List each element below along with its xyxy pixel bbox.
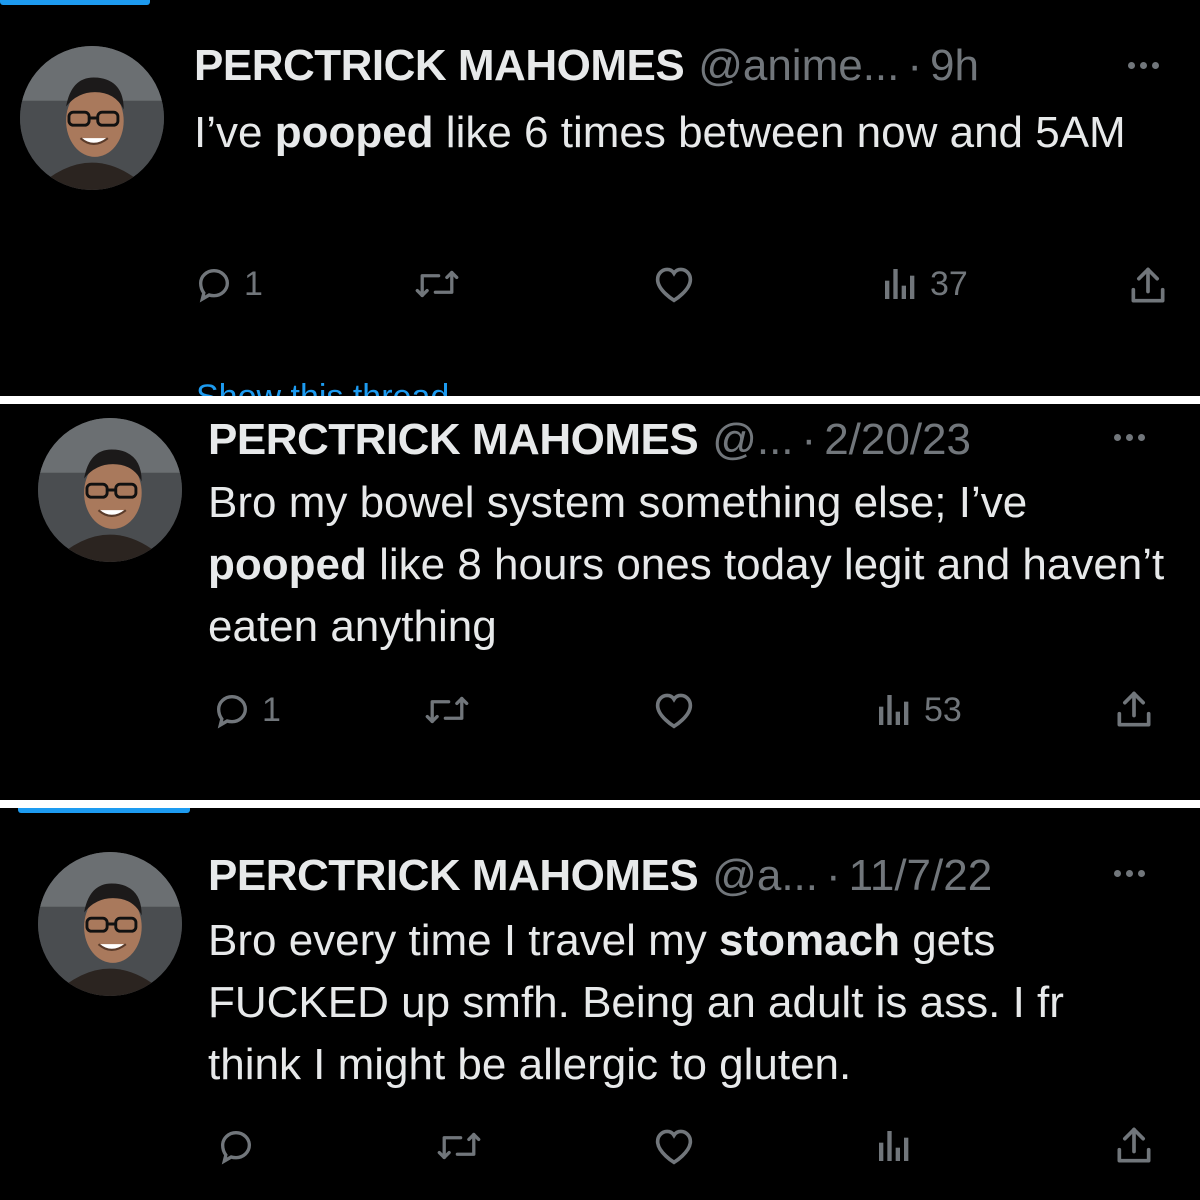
- user-handle[interactable]: @anime...: [698, 44, 899, 88]
- avatar[interactable]: [38, 418, 182, 562]
- active-tab-indicator: [18, 808, 190, 813]
- separator-dot: ·: [801, 415, 817, 464]
- reply-icon: [198, 268, 230, 303]
- highlighted-term: pooped: [208, 540, 367, 589]
- avatar-photo: [38, 418, 182, 562]
- reply-count: 1: [244, 264, 263, 303]
- like-icon: [655, 267, 693, 303]
- views-icon: [879, 1131, 909, 1161]
- highlighted-term: stomach: [719, 916, 900, 965]
- retweet-button[interactable]: [424, 690, 470, 730]
- timestamp[interactable]: 2/20/23: [824, 418, 971, 462]
- views-button[interactable]: 37: [880, 264, 968, 304]
- active-tab-indicator: [0, 0, 150, 5]
- timestamp[interactable]: 9h: [930, 44, 979, 88]
- avatar[interactable]: [20, 46, 164, 190]
- tweet-header: PERCTRICK MAHOMES @... · 2/20/23: [208, 418, 971, 462]
- view-count: 53: [924, 690, 962, 729]
- share-icon: [1117, 1127, 1151, 1163]
- more-icon[interactable]: [1114, 432, 1145, 442]
- like-button[interactable]: [652, 1126, 696, 1166]
- display-name[interactable]: PERCTRICK MAHOMES: [194, 44, 685, 88]
- show-thread-link[interactable]: Show this thread: [196, 378, 449, 396]
- retweet-button[interactable]: [436, 1126, 482, 1166]
- retweet-icon: [437, 1132, 481, 1160]
- like-icon: [655, 1129, 693, 1165]
- views-button[interactable]: [874, 1126, 924, 1166]
- user-handle[interactable]: @...: [712, 418, 793, 462]
- tweet-text: I’ve pooped like 6 times between now and…: [194, 108, 1126, 157]
- tweet-header: PERCTRICK MAHOMES @anime... · 9h: [194, 44, 979, 88]
- more-icon[interactable]: [1128, 60, 1159, 70]
- like-button[interactable]: [652, 264, 696, 304]
- reply-count: 1: [262, 690, 281, 729]
- retweet-button[interactable]: [414, 264, 460, 304]
- avatar-photo: [20, 46, 164, 190]
- share-button[interactable]: [1112, 1124, 1156, 1168]
- reply-icon: [220, 1130, 252, 1165]
- tweet-header: PERCTRICK MAHOMES @a... · 11/7/22: [208, 854, 992, 898]
- separator-dot: ·: [826, 851, 841, 900]
- reply-button[interactable]: 1: [194, 264, 263, 304]
- views-icon: [879, 695, 909, 725]
- share-icon: [1117, 691, 1151, 727]
- display-name[interactable]: PERCTRICK MAHOMES: [208, 418, 699, 462]
- tweet-text: Bro my bowel system something else; I’ve…: [208, 478, 1165, 651]
- reply-button[interactable]: 1: [212, 690, 281, 730]
- share-button[interactable]: [1126, 264, 1170, 308]
- reply-button[interactable]: [216, 1126, 266, 1166]
- separator-dot: ·: [907, 41, 923, 90]
- retweet-icon: [425, 696, 469, 724]
- like-icon: [655, 693, 693, 729]
- tweet-card-1[interactable]: PERCTRICK MAHOMES @anime... · 9h I’ve po…: [0, 0, 1200, 396]
- share-button[interactable]: [1112, 688, 1156, 732]
- highlighted-term: pooped: [274, 108, 434, 157]
- reply-icon: [216, 694, 248, 729]
- user-handle[interactable]: @a...: [712, 854, 818, 898]
- view-count: 37: [930, 264, 968, 303]
- share-icon: [1131, 267, 1165, 303]
- tweet-text: Bro every time I travel my stomach gets …: [208, 916, 1064, 1089]
- views-icon: [885, 269, 915, 299]
- retweet-icon: [415, 270, 459, 298]
- display-name[interactable]: PERCTRICK MAHOMES: [208, 854, 699, 898]
- avatar-photo: [38, 852, 182, 996]
- timestamp[interactable]: 11/7/22: [849, 854, 993, 898]
- like-button[interactable]: [652, 690, 696, 730]
- tweet-card-3[interactable]: PERCTRICK MAHOMES @a... · 11/7/22 Bro ev…: [0, 808, 1200, 1200]
- more-icon[interactable]: [1114, 868, 1145, 878]
- avatar[interactable]: [38, 852, 182, 996]
- views-button[interactable]: 53: [874, 690, 962, 730]
- tweet-card-2[interactable]: PERCTRICK MAHOMES @... · 2/20/23 Bro my …: [0, 404, 1200, 800]
